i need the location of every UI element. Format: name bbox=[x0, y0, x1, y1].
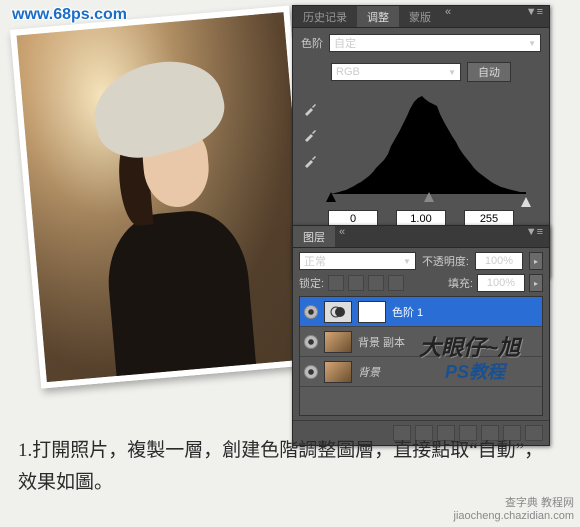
layer-row[interactable]: 背景 bbox=[300, 357, 542, 387]
fill-label: 填充: bbox=[448, 275, 473, 291]
tab-masks[interactable]: 蒙版 bbox=[399, 6, 441, 27]
watermark-url: www.68ps.com bbox=[12, 6, 127, 24]
chevron-down-icon: ▼ bbox=[528, 39, 536, 48]
lock-all-icon[interactable] bbox=[388, 275, 404, 291]
gray-slider[interactable] bbox=[424, 192, 434, 202]
layers-panel: 图层 « ▼≡ 正常 ▼ 不透明度: 100% ▸ 锁定: 填充: 100% ▸ bbox=[292, 225, 550, 446]
layer-row[interactable]: 色阶 1 bbox=[300, 297, 542, 327]
opacity-slider-toggle[interactable]: ▸ bbox=[529, 252, 543, 270]
gray-eyedropper-icon[interactable] bbox=[303, 126, 319, 142]
input-slider-rail[interactable] bbox=[331, 192, 511, 206]
black-slider[interactable] bbox=[326, 192, 336, 202]
tutorial-caption: 1.打開照片，複製一層，創建色階調整圖層，直接點取“自動”，效果如圖。 bbox=[18, 435, 558, 500]
histogram-area bbox=[301, 92, 541, 246]
white-slider[interactable] bbox=[521, 192, 531, 207]
blend-mode-dropdown[interactable]: 正常 ▼ bbox=[299, 252, 416, 270]
visibility-toggle-icon[interactable] bbox=[304, 365, 318, 379]
corner-line2: jiaocheng.chazidian.com bbox=[454, 510, 574, 523]
fill-slider-toggle[interactable]: ▸ bbox=[529, 274, 543, 292]
tab-adjustments[interactable]: 调整 bbox=[357, 6, 399, 27]
panel-collapse-icon[interactable]: « bbox=[441, 6, 455, 27]
black-eyedropper-icon[interactable] bbox=[303, 100, 319, 116]
layer-thumb[interactable] bbox=[324, 361, 352, 383]
channel-dropdown[interactable]: RGB ▼ bbox=[331, 63, 461, 81]
layer-list: 色阶 1 背景 副本 背景 bbox=[299, 296, 543, 416]
layer-row[interactable]: 背景 副本 bbox=[300, 327, 542, 357]
panel-menu-icon[interactable]: ▼≡ bbox=[520, 226, 549, 247]
panel-collapse-icon[interactable]: « bbox=[335, 226, 349, 247]
channel-value: RGB bbox=[336, 66, 360, 78]
tab-layers[interactable]: 图层 bbox=[293, 226, 335, 247]
histogram bbox=[331, 94, 526, 194]
lock-label: 锁定: bbox=[299, 275, 324, 291]
preset-dropdown[interactable]: 自定 ▼ bbox=[329, 34, 541, 52]
layer-name[interactable]: 色阶 1 bbox=[392, 304, 423, 320]
adjustment-thumb[interactable] bbox=[324, 301, 352, 323]
corner-watermark: 查字典 教程网 jiaocheng.chazidian.com bbox=[454, 497, 574, 523]
lock-position-icon[interactable] bbox=[368, 275, 384, 291]
visibility-toggle-icon[interactable] bbox=[304, 305, 318, 319]
layer-name[interactable]: 背景 副本 bbox=[358, 334, 405, 350]
sample-photo bbox=[10, 6, 320, 389]
preset-value: 自定 bbox=[334, 35, 356, 51]
layer-name[interactable]: 背景 bbox=[358, 364, 380, 380]
panel-menu-icon[interactable]: ▼≡ bbox=[520, 6, 549, 27]
chevron-down-icon: ▼ bbox=[448, 68, 456, 77]
opacity-label: 不透明度: bbox=[422, 253, 469, 269]
white-eyedropper-icon[interactable] bbox=[303, 152, 319, 168]
lock-pixels-icon[interactable] bbox=[348, 275, 364, 291]
levels-label: 色阶 bbox=[301, 35, 323, 51]
fill-input[interactable]: 100% bbox=[477, 274, 525, 292]
chevron-down-icon: ▼ bbox=[403, 257, 411, 266]
corner-line1: 查字典 教程网 bbox=[454, 497, 574, 510]
mask-thumb[interactable] bbox=[358, 301, 386, 323]
lock-transparent-icon[interactable] bbox=[328, 275, 344, 291]
tab-history[interactable]: 历史记录 bbox=[293, 6, 357, 27]
auto-button[interactable]: 自动 bbox=[467, 62, 511, 82]
layers-tabs: 图层 « ▼≡ bbox=[293, 226, 549, 248]
layer-thumb[interactable] bbox=[324, 331, 352, 353]
visibility-toggle-icon[interactable] bbox=[304, 335, 318, 349]
blend-mode-value: 正常 bbox=[304, 253, 326, 269]
opacity-input[interactable]: 100% bbox=[475, 252, 523, 270]
adjustments-tabs: 历史记录 调整 蒙版 « ▼≡ bbox=[293, 6, 549, 28]
